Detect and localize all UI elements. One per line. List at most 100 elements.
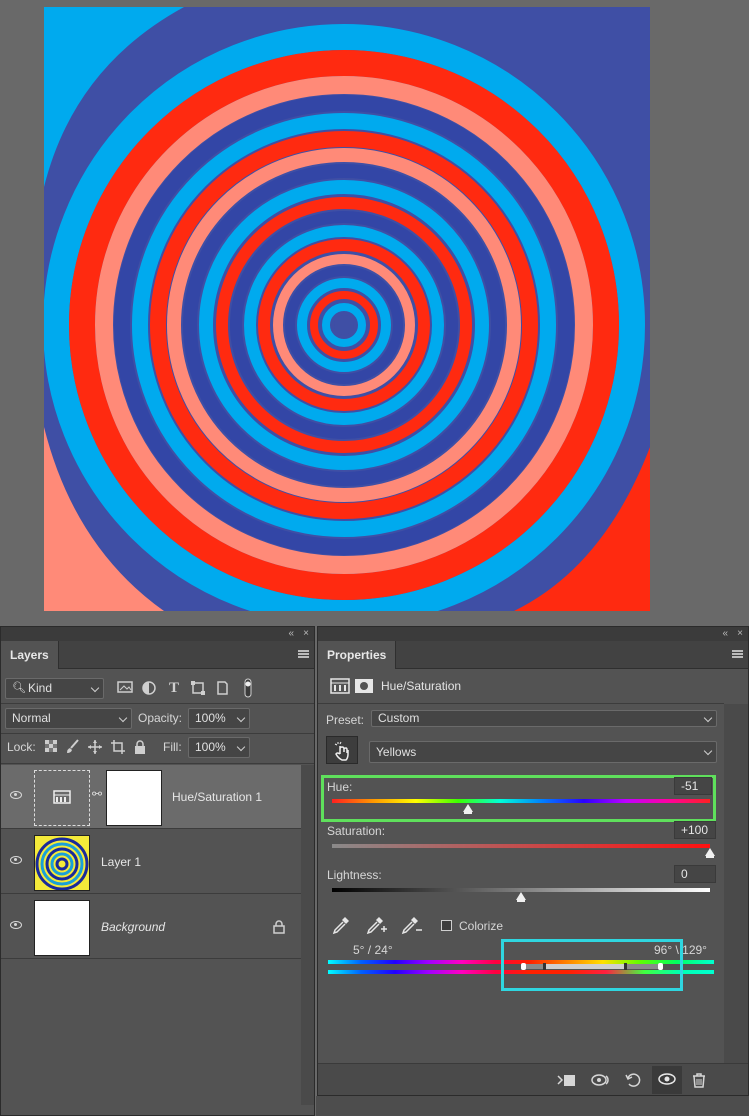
document-artwork[interactable]	[44, 7, 650, 611]
eyedropper-subtract-icon[interactable]	[400, 915, 422, 935]
lightness-slider-thumb[interactable]	[516, 892, 526, 902]
brush-icon[interactable]	[65, 739, 81, 755]
hand-pointer-icon	[334, 741, 349, 761]
lightness-value: 0	[681, 867, 688, 881]
layers-tabbar: Layers	[1, 641, 314, 669]
saturation-slider-track[interactable]	[332, 844, 710, 848]
properties-scrollbar[interactable]	[724, 704, 748, 1064]
properties-tabbar: Properties	[318, 641, 748, 669]
tab-properties[interactable]: Properties	[318, 641, 397, 669]
mask-thumbnail[interactable]	[106, 770, 162, 826]
eye-icon[interactable]	[10, 856, 22, 864]
saturation-value: +100	[681, 823, 709, 837]
properties-panel-topbar: « ×	[318, 627, 748, 641]
layer-row-layer1[interactable]: Layer 1	[1, 830, 301, 894]
properties-panel: « × Properties Hue/Saturation Preset: Cu…	[317, 626, 749, 1096]
hue-value: -51	[681, 779, 699, 793]
layers-panel-topbar: « ×	[1, 627, 314, 641]
collapse-icon[interactable]: «	[288, 627, 294, 641]
move-icon[interactable]	[87, 739, 103, 755]
panel-menu-icon[interactable]	[732, 650, 743, 658]
fill-value: 100%	[195, 740, 226, 754]
artboard-icon[interactable]	[110, 739, 126, 755]
range-left-readout: 5° / 24°	[353, 943, 393, 957]
chevron-down-icon	[236, 713, 246, 723]
layer-row-background[interactable]: Background	[1, 895, 301, 959]
opacity-label: Opacity:	[138, 711, 183, 725]
eye-icon[interactable]	[652, 1066, 682, 1094]
tab-layers[interactable]: Layers	[1, 641, 59, 669]
blend-mode-value: Normal	[12, 711, 51, 725]
eye-icon[interactable]	[10, 921, 22, 929]
view-previous-icon[interactable]	[590, 1072, 609, 1088]
saturation-slider-thumb[interactable]	[705, 848, 715, 858]
hue-slider-track[interactable]	[332, 799, 710, 803]
properties-bottom-toolbar	[318, 1063, 748, 1095]
close-icon[interactable]: ×	[737, 627, 743, 641]
hue-slider-thumb[interactable]	[463, 804, 474, 814]
lightness-label: Lightness:	[327, 868, 382, 882]
eye-icon[interactable]	[10, 791, 22, 799]
targeted-adjustment-tool[interactable]	[326, 736, 358, 764]
filter-toggle-icon[interactable]	[240, 678, 256, 698]
filter-type-icon[interactable]: T	[166, 680, 182, 696]
filter-adjustment-icon[interactable]	[141, 680, 157, 696]
chevron-down-icon[interactable]	[703, 713, 713, 723]
colorize-label: Colorize	[459, 919, 504, 933]
colorize-checkbox[interactable]	[441, 920, 452, 931]
properties-title: Hue/Saturation	[381, 679, 462, 693]
lightness-value-field[interactable]: 0	[674, 865, 716, 883]
chevron-down-icon	[118, 713, 128, 723]
chain-link-icon[interactable]: ⚯	[92, 787, 102, 801]
canvas-area	[0, 0, 749, 622]
artwork-rings	[44, 7, 650, 611]
layer-row-hue-saturation[interactable]: ⚯ Hue/Saturation 1	[1, 765, 301, 829]
layer-name[interactable]: Layer 1	[101, 855, 141, 869]
layers-panel: « × Layers 🔍︎ Kind T Normal Opacity: 100…	[0, 626, 315, 1116]
preset-label: Preset:	[326, 713, 365, 727]
saturation-label: Saturation:	[327, 824, 386, 838]
range-highlight-box	[501, 939, 683, 991]
layers-scrollbar[interactable]	[301, 765, 314, 1105]
hue-label: Hue:	[327, 780, 353, 794]
close-icon[interactable]: ×	[303, 627, 309, 641]
layer-thumbnail[interactable]	[34, 835, 90, 891]
adjustment-thumbnail[interactable]	[34, 770, 90, 826]
reset-icon[interactable]	[624, 1072, 642, 1088]
collapse-icon[interactable]: «	[722, 627, 728, 641]
chevron-down-icon	[236, 742, 246, 752]
clip-to-layer-icon[interactable]	[556, 1072, 575, 1088]
chevron-down-icon[interactable]	[703, 746, 713, 756]
chevron-down-icon	[90, 683, 100, 693]
eyedropper-icon[interactable]	[331, 915, 351, 935]
layer-name[interactable]: Background	[101, 920, 165, 934]
panel-menu-icon[interactable]	[298, 650, 309, 658]
filter-smart-object-icon[interactable]	[214, 680, 230, 696]
status-strip	[316, 1096, 749, 1116]
channel-dropdown[interactable]: Yellows	[369, 741, 717, 763]
fill-label: Fill:	[163, 740, 182, 754]
filter-shape-icon[interactable]	[190, 680, 206, 696]
layer-filter-dropdown[interactable]: 🔍︎ Kind	[5, 678, 104, 699]
layer-name[interactable]: Hue/Saturation 1	[172, 790, 262, 804]
blend-mode-dropdown[interactable]: Normal	[5, 708, 132, 729]
layer-thumbnail[interactable]	[34, 900, 90, 956]
lock-label: Lock:	[7, 740, 36, 754]
fill-field[interactable]: 100%	[188, 737, 250, 758]
adjustment-icon	[330, 678, 350, 694]
hue-value-field[interactable]: -51	[674, 777, 712, 795]
channel-value: Yellows	[376, 745, 417, 759]
lock-icon[interactable]	[132, 739, 148, 755]
mask-icon[interactable]	[354, 678, 374, 694]
saturation-value-field[interactable]: +100	[674, 821, 716, 839]
trash-icon[interactable]	[690, 1072, 708, 1088]
lock-icon	[273, 920, 285, 937]
preset-dropdown[interactable]: Custom	[371, 710, 717, 727]
search-icon: 🔍︎	[12, 682, 26, 694]
lock-transparent-icon[interactable]	[43, 739, 59, 755]
opacity-value: 100%	[195, 711, 226, 725]
filter-pixel-icon[interactable]	[117, 680, 133, 696]
filter-kind-label: Kind	[28, 681, 53, 695]
eyedropper-add-icon[interactable]	[365, 915, 387, 935]
opacity-field[interactable]: 100%	[188, 708, 250, 729]
